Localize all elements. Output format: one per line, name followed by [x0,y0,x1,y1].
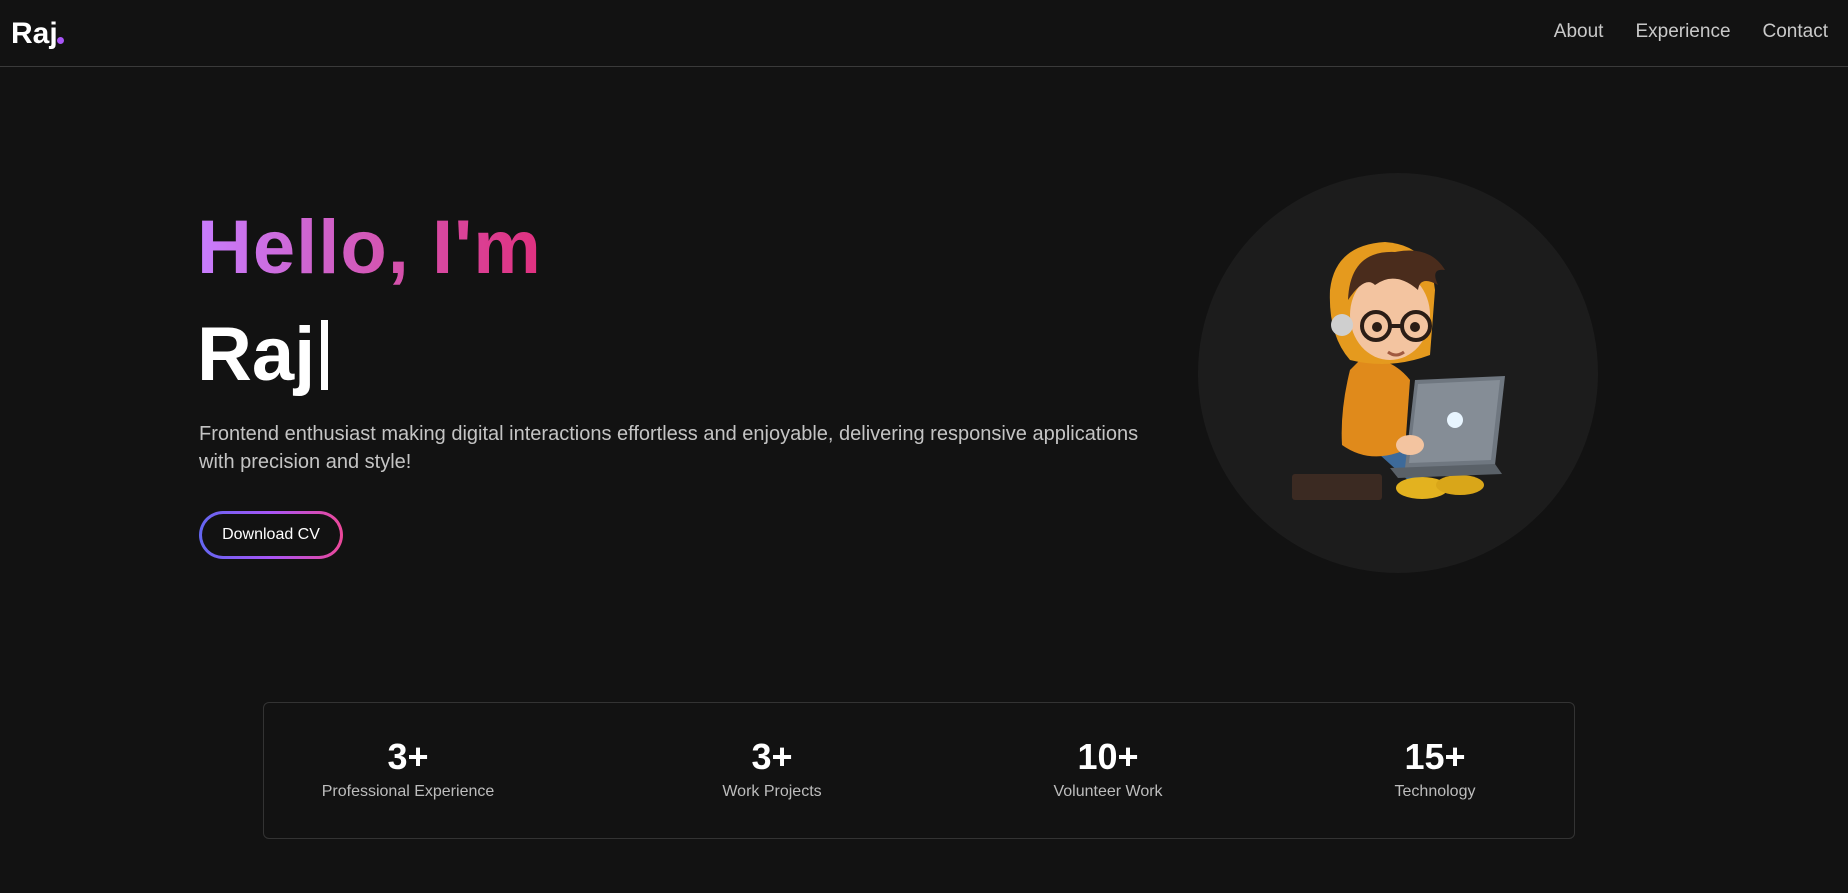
download-cv-label: Download CV [202,514,340,556]
nav-link-experience[interactable]: Experience [1635,20,1730,44]
top-navbar: Raj About Experience Contact [0,0,1848,67]
typing-cursor-icon [321,320,329,390]
developer-avatar-icon [1292,242,1505,500]
stat-value: 3+ [387,736,429,777]
stat-work-projects: 3+ Work Projects [642,735,902,803]
stat-label: Volunteer Work [1053,783,1163,800]
hero-name: Raj [197,312,316,397]
stat-label: Technology [1394,783,1476,800]
download-cv-button[interactable]: Download CV [199,511,343,559]
stat-label: Work Projects [722,783,822,800]
stat-technology: 15+ Technology [1305,735,1565,803]
hero-tagline: Frontend enthusiast making digital inter… [199,423,1139,473]
stat-value: 10+ [1077,736,1139,777]
stat-value: 3+ [751,736,793,777]
nav-link-about[interactable]: About [1554,20,1604,44]
stat-volunteer-work: 10+ Volunteer Work [978,735,1238,803]
hero-greeting: Hello, I'm [197,205,542,290]
nav-link-contact[interactable]: Contact [1763,20,1828,44]
logo-dot-icon [57,37,64,44]
stats-panel: 3+ Professional Experience 3+ Work Proje… [263,702,1575,839]
stat-professional-experience: 3+ Professional Experience [278,735,538,803]
site-logo[interactable]: Raj [11,16,58,52]
stat-label: Professional Experience [321,783,495,800]
stat-value: 15+ [1404,736,1466,777]
hero-name-row: Raj [197,312,329,397]
nav-links: About Experience Contact [1554,20,1828,44]
